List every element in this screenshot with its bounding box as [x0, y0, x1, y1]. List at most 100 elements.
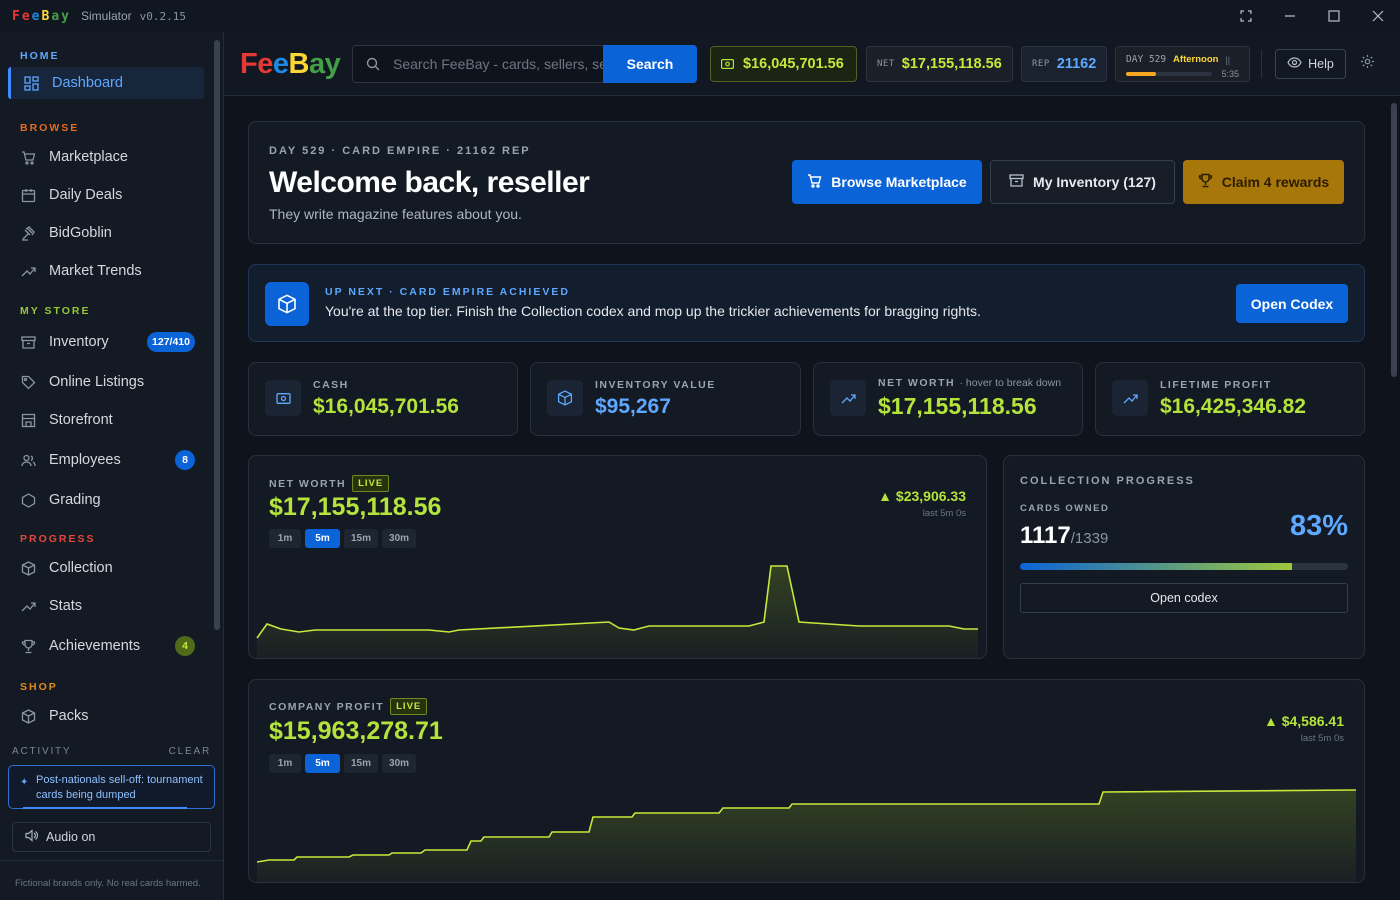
gear-icon[interactable]: [1360, 54, 1375, 73]
activity-progress: [23, 807, 187, 809]
net-worth-card[interactable]: NET WORTH · hover to break down $17,155,…: [813, 362, 1083, 436]
sidebar-item-storefront[interactable]: Storefront: [0, 401, 214, 439]
brand-logo[interactable]: FeeBay: [240, 48, 341, 81]
sidebar-item-daily-deals[interactable]: Daily Deals: [0, 176, 214, 214]
browse-marketplace-label: Browse Marketplace: [831, 174, 967, 190]
activity-clear-button[interactable]: CLEAR: [169, 746, 211, 757]
timeframe-5m-button[interactable]: 5m: [305, 754, 340, 773]
timeframe-1m-button[interactable]: 1m: [269, 754, 301, 773]
search-button[interactable]: Search: [603, 45, 697, 83]
up-next-eyebrow: UP NEXT · CARD EMPIRE ACHIEVED: [325, 286, 570, 298]
section-shop: SHOP: [20, 681, 58, 693]
sidebar-item-stats[interactable]: Stats: [0, 587, 214, 625]
day-label: DAY 529: [1126, 54, 1167, 65]
section-home: HOME: [20, 50, 60, 62]
company-profit-chart-title: COMPANY PROFIT: [269, 701, 385, 713]
up-next-text: You're at the top tier. Finish the Colle…: [325, 303, 981, 319]
activity-message: Post-nationals sell-off: tournament card…: [36, 774, 203, 801]
section-browse: BROWSE: [20, 122, 80, 134]
achievements-count-badge: 4: [175, 636, 195, 656]
time-of-day: Afternoon: [1173, 54, 1219, 65]
net-worth-chart-label: NET WORTH LIVE: [269, 475, 390, 492]
collection-progress-card: COLLECTION PROGRESS CARDS OWNED 1117/133…: [1003, 455, 1365, 659]
inventory-value-label: INVENTORY VALUE: [595, 379, 716, 391]
net-worth-hint: · hover to break down: [959, 377, 1062, 389]
audio-label: Audio on: [46, 830, 96, 844]
sidebar-item-grading[interactable]: Grading: [0, 481, 214, 519]
store-icon: [20, 412, 36, 428]
sidebar-item-label: Employees: [49, 452, 121, 468]
sidebar: HOME Dashboard BROWSE Marketplace Daily …: [0, 32, 224, 900]
box-icon: [547, 380, 583, 416]
help-button[interactable]: Help: [1275, 49, 1346, 79]
page-title: Welcome back, reseller: [269, 166, 590, 199]
lifetime-profit-label: LIFETIME PROFIT: [1160, 379, 1272, 391]
welcome-subtitle: They write magazine features about you.: [269, 206, 522, 222]
trending-up-icon: [1112, 380, 1148, 416]
cards-owned-value: 1117: [1020, 522, 1071, 549]
pause-icon: ||: [1225, 54, 1231, 65]
timeframe-15m-button[interactable]: 15m: [344, 754, 379, 773]
cash-icon: [721, 59, 734, 69]
sidebar-item-employees[interactable]: Employees 8: [0, 439, 214, 481]
open-codex-button[interactable]: Open Codex: [1236, 284, 1348, 323]
trophy-icon: [20, 638, 36, 654]
cash-pill: $16,045,701.56: [710, 46, 857, 82]
sidebar-item-online-listings[interactable]: Online Listings: [0, 363, 214, 401]
app-logo: FeeBay: [12, 8, 71, 24]
cards-total: /1339: [1070, 530, 1109, 547]
activity-label: ACTIVITY: [12, 746, 72, 757]
sidebar-item-label: Collection: [49, 560, 113, 576]
cash-icon: [265, 380, 301, 416]
fullscreen-icon[interactable]: [1224, 0, 1268, 32]
net-label: NET: [877, 59, 895, 69]
sidebar-item-inventory[interactable]: Inventory 127/410: [0, 321, 214, 363]
timeframe-30m-button[interactable]: 30m: [382, 529, 417, 548]
main-scrollbar[interactable]: [1391, 103, 1397, 377]
sidebar-item-dashboard[interactable]: Dashboard: [8, 67, 204, 99]
close-icon[interactable]: [1356, 0, 1400, 32]
claim-rewards-button[interactable]: Claim 4 rewards: [1183, 160, 1344, 204]
sidebar-item-achievements[interactable]: Achievements 4: [0, 625, 214, 667]
timeframe-15m-button[interactable]: 15m: [344, 529, 379, 548]
company-profit-delta-period: last 5m 0s: [1300, 733, 1344, 744]
net-worth-delta-value: ▲ $23,906.33: [878, 488, 966, 504]
section-progress: PROGRESS: [20, 533, 96, 545]
claim-rewards-label: Claim 4 rewards: [1221, 174, 1330, 190]
sidebar-item-marketplace[interactable]: Marketplace: [0, 138, 214, 176]
inventory-value: $95,267: [595, 395, 671, 418]
net-worth-chart-value: $17,155,118.56: [269, 493, 442, 521]
collection-percent: 83%: [1289, 510, 1348, 542]
trending-up-icon: [20, 263, 36, 279]
company-profit-delta: ▲ $4,586.41 last 5m 0s: [1264, 713, 1344, 744]
my-inventory-button[interactable]: My Inventory (127): [990, 160, 1175, 204]
net-pill: NET $17,155,118.56: [866, 46, 1013, 82]
timeframe-30m-button[interactable]: 30m: [382, 754, 417, 773]
sidebar-scrollbar[interactable]: [214, 40, 220, 630]
trophy-icon: [1198, 173, 1213, 191]
maximize-icon[interactable]: [1312, 0, 1356, 32]
audio-toggle-button[interactable]: Audio on: [12, 822, 211, 852]
search-icon: [353, 57, 393, 71]
collection-progress-label: COLLECTION PROGRESS: [1020, 475, 1195, 487]
archive-icon: [1009, 173, 1024, 191]
activity-item[interactable]: ✦ Post-nationals sell-off: tournament ca…: [8, 765, 215, 809]
sidebar-item-bidgoblin[interactable]: BidGoblin: [0, 214, 214, 252]
browse-marketplace-button[interactable]: Browse Marketplace: [792, 160, 982, 204]
sidebar-item-label: BidGoblin: [49, 225, 112, 241]
company-profit-sparkline: [256, 789, 1357, 882]
timeframe-1m-button[interactable]: 1m: [269, 529, 301, 548]
net-worth-delta: ▲ $23,906.33 last 5m 0s: [878, 488, 966, 519]
speaker-icon: [25, 829, 39, 845]
timeframe-5m-button[interactable]: 5m: [305, 529, 340, 548]
cart-icon: [807, 173, 822, 191]
sidebar-item-market-trends[interactable]: Market Trends: [0, 252, 214, 290]
sidebar-item-collection[interactable]: Collection: [0, 549, 214, 587]
net-worth-chart-card: NET WORTH LIVE $17,155,118.56 1m 5m 15m 30m …: [248, 455, 987, 659]
sidebar-item-label: Stats: [49, 598, 83, 614]
box-icon: [20, 560, 36, 576]
minimize-icon[interactable]: [1268, 0, 1312, 32]
open-codex-small-button[interactable]: Open codex: [1020, 583, 1348, 613]
live-badge: LIVE: [352, 475, 390, 492]
sidebar-item-packs[interactable]: Packs: [0, 697, 214, 735]
